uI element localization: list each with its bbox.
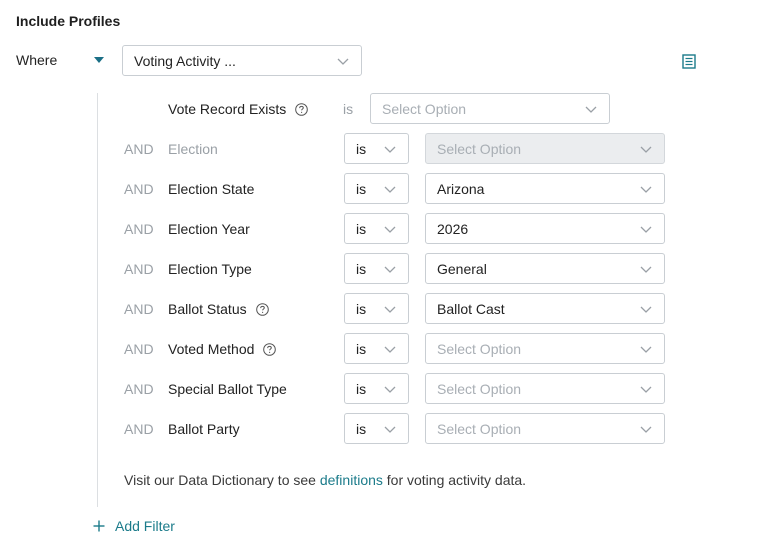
field-ballot-party: Ballot Party	[168, 421, 240, 437]
section-title: Include Profiles	[16, 13, 121, 29]
operator-value: is	[356, 420, 367, 437]
field-label: Voted Method	[168, 341, 255, 357]
and-conjunction: AND	[124, 221, 154, 237]
group-connector-line	[97, 93, 98, 507]
operator-select[interactable]: is	[344, 373, 409, 404]
ballot-party-select[interactable]: Select Option	[425, 413, 665, 444]
and-conjunction: AND	[124, 141, 154, 157]
plus-icon	[93, 520, 105, 532]
operator-select[interactable]: is	[344, 333, 409, 364]
field-election-year: Election Year	[168, 221, 250, 237]
and-conjunction: AND	[124, 181, 154, 197]
and-conjunction: AND	[124, 341, 154, 357]
operator-select[interactable]: is	[344, 293, 409, 324]
field-election: Election	[168, 141, 218, 157]
field-ballot-status: Ballot Status	[168, 301, 269, 317]
chevron-down-icon	[384, 346, 396, 353]
chevron-down-icon	[640, 226, 652, 233]
category-select-value: Voting Activity ...	[134, 52, 236, 69]
operator-select[interactable]: is	[344, 213, 409, 244]
document-list-icon[interactable]	[682, 54, 696, 69]
select-placeholder: Select Option	[437, 140, 522, 157]
operator-select[interactable]: is	[344, 133, 409, 164]
operator-value: is	[356, 220, 367, 237]
chevron-down-icon	[640, 146, 652, 153]
and-conjunction: AND	[124, 421, 154, 437]
field-label: Election Year	[168, 221, 250, 237]
note-suffix: for voting activity data.	[382, 472, 527, 488]
field-label: Vote Record Exists	[168, 101, 287, 117]
operator-select[interactable]: is	[344, 173, 409, 204]
operator-select[interactable]: is	[344, 413, 409, 444]
chevron-down-icon	[384, 146, 396, 153]
operator-value: is	[356, 260, 367, 277]
chevron-down-icon	[384, 266, 396, 273]
election-type-select[interactable]: General	[425, 253, 665, 284]
voted-method-select[interactable]: Select Option	[425, 333, 665, 364]
where-label: Where	[16, 52, 58, 68]
field-vote-record-exists: Vote Record Exists	[168, 101, 309, 117]
chevron-down-icon	[640, 306, 652, 313]
chevron-down-icon	[640, 266, 652, 273]
definitions-link[interactable]: definitions	[320, 472, 383, 488]
field-election-state: Election State	[168, 181, 254, 197]
operator-value: is	[356, 180, 367, 197]
select-placeholder: Select Option	[437, 380, 522, 397]
chevron-down-icon	[384, 226, 396, 233]
chevron-down-icon	[640, 346, 652, 353]
operator-value: is	[356, 140, 367, 157]
operator-select[interactable]: is	[344, 253, 409, 284]
chevron-down-icon	[640, 186, 652, 193]
add-filter-label: Add Filter	[115, 518, 175, 534]
question-circle-icon[interactable]	[263, 342, 277, 356]
field-label: Special Ballot Type	[168, 381, 287, 397]
special-ballot-type-select[interactable]: Select Option	[425, 373, 665, 404]
question-circle-icon[interactable]	[255, 302, 269, 316]
note-prefix: Visit our Data Dictionary to see	[124, 472, 320, 488]
chevron-down-icon	[384, 186, 396, 193]
add-filter-button[interactable]: Add Filter	[93, 518, 175, 534]
field-special-ballot-type: Special Ballot Type	[168, 381, 287, 397]
field-election-type: Election Type	[168, 261, 252, 277]
ballot-status-select[interactable]: Ballot Cast	[425, 293, 665, 324]
select-value: General	[437, 260, 487, 277]
field-label: Ballot Party	[168, 421, 240, 437]
field-voted-method: Voted Method	[168, 341, 277, 357]
operator-value: is	[356, 300, 367, 317]
and-conjunction: AND	[124, 261, 154, 277]
operator-value: is	[356, 340, 367, 357]
operator-label: is	[343, 101, 354, 117]
question-circle-icon[interactable]	[295, 102, 309, 116]
chevron-down-icon	[384, 386, 396, 393]
select-value: Arizona	[437, 180, 485, 197]
chevron-down-icon	[640, 426, 652, 433]
caret-down-icon[interactable]	[94, 57, 104, 63]
election-state-select[interactable]: Arizona	[425, 173, 665, 204]
select-placeholder: Select Option	[437, 420, 522, 437]
vote-record-value-select[interactable]: Select Option	[370, 93, 610, 124]
data-dictionary-note: Visit our Data Dictionary to see definit…	[124, 472, 526, 488]
field-label: Election State	[168, 181, 255, 197]
chevron-down-icon	[640, 386, 652, 393]
chevron-down-icon	[384, 306, 396, 313]
election-year-select[interactable]: 2026	[425, 213, 665, 244]
field-label: Election	[168, 141, 218, 157]
select-placeholder: Select Option	[437, 340, 522, 357]
category-select[interactable]: Voting Activity ...	[122, 45, 362, 76]
election-value-select: Select Option	[425, 133, 665, 164]
chevron-down-icon	[384, 426, 396, 433]
select-value: Ballot Cast	[437, 300, 505, 317]
and-conjunction: AND	[124, 301, 154, 317]
and-conjunction: AND	[124, 381, 154, 397]
field-label: Election Type	[168, 261, 252, 277]
chevron-down-icon	[337, 58, 349, 65]
select-value: 2026	[437, 220, 469, 237]
operator-value: is	[356, 380, 367, 397]
chevron-down-icon	[585, 106, 597, 113]
field-label: Ballot Status	[168, 301, 247, 317]
select-placeholder: Select Option	[382, 100, 467, 117]
